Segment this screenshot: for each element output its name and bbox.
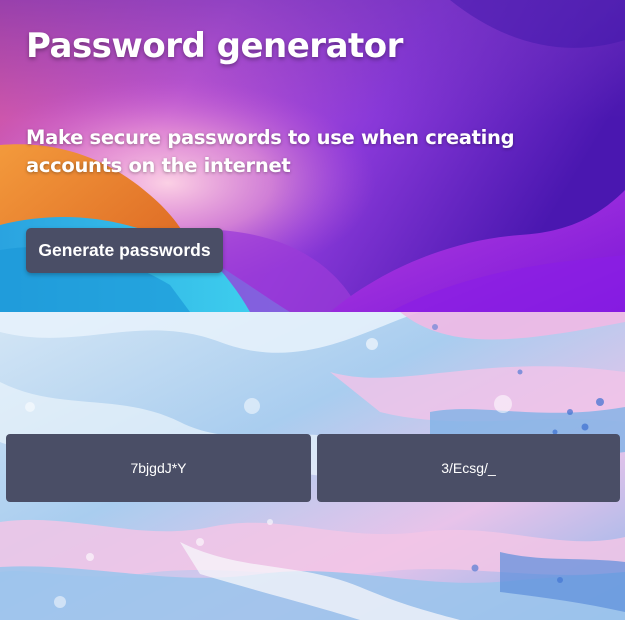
page: Password generator Make secure passwords… — [0, 0, 625, 620]
hero-section: Password generator Make secure passwords… — [0, 0, 625, 312]
generate-passwords-button[interactable]: Generate passwords — [26, 228, 223, 273]
password-output-2[interactable]: 3/Ecsg/_ — [317, 434, 620, 502]
password-text: 3/Ecsg/_ — [441, 460, 496, 476]
password-text: 7bjgdJ*Y — [130, 460, 187, 476]
page-subtitle: Make secure passwords to use when creati… — [26, 126, 515, 177]
page-title: Password generator — [26, 26, 403, 66]
password-output-1[interactable]: 7bjgdJ*Y — [6, 434, 311, 502]
password-results-section: 7bjgdJ*Y 3/Ecsg/_ — [0, 312, 625, 620]
